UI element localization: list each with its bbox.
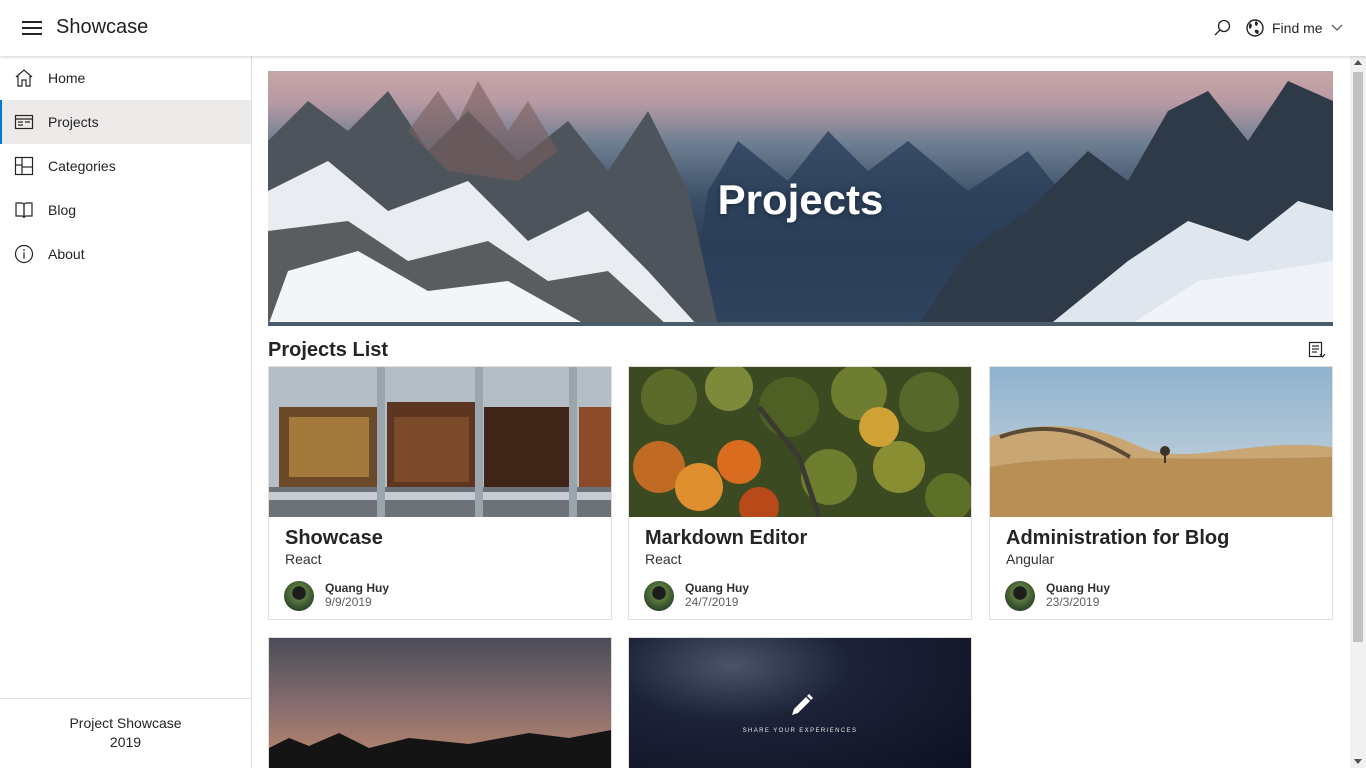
list-view-icon[interactable] [1307,340,1327,360]
app-title: Showcase [56,16,149,38]
card-title: Showcase [285,527,383,549]
card-title: Markdown Editor [645,527,808,549]
main-content: Projects Projects List Showcase React Qu… [252,56,1350,768]
sidebar-item-label: Blog [48,202,77,218]
card-category: React [645,551,682,567]
scroll-thumb[interactable] [1353,72,1363,642]
sidebar: Home Projects Categories Blog About Proj… [0,56,252,768]
page-scrollbar[interactable] [1350,56,1366,768]
pencil-icon [792,694,813,715]
section-title: Projects List [268,339,389,361]
search-icon[interactable] [1212,18,1232,38]
project-card[interactable]: Administration for Blog Angular Quang Hu… [989,366,1333,620]
avatar [284,581,314,611]
categories-icon [14,156,34,176]
card-author: Quang Huy [325,581,390,595]
info-icon [14,244,34,264]
share-experience-card[interactable]: Share your experiences [628,637,972,768]
hero-divider [268,322,1333,326]
card-date: 23/3/2019 [1046,595,1100,609]
avatar [1005,581,1035,611]
footer-year: 2019 [109,734,142,750]
top-bar: Showcase Find me [0,0,1366,56]
project-card[interactable]: Markdown Editor React Quang Huy 24/7/201… [628,366,972,620]
card-author: Quang Huy [1046,581,1111,595]
sidebar-item-blog[interactable]: Blog [0,188,251,232]
sidebar-item-label: Categories [48,158,116,174]
project-card[interactable]: Showcase React Quang Huy 9/9/2019 [268,366,612,620]
share-text: Share your experiences [742,728,858,734]
card-date: 9/9/2019 [325,595,372,609]
sidebar-item-categories[interactable]: Categories [0,144,251,188]
project-card[interactable] [268,637,612,768]
project-image-wheat-field [990,367,1332,517]
scroll-up-arrow[interactable] [1354,60,1362,65]
card-title: Administration for Blog [1006,527,1230,549]
hero-banner: Projects [268,71,1333,326]
project-image-sunset [269,638,611,768]
page-title: Projects [717,176,884,223]
sidebar-footer: Project Showcase 2019 [0,698,251,768]
sidebar-item-projects[interactable]: Projects [0,100,251,144]
card-category: Angular [1006,551,1055,567]
chevron-down-icon [1331,24,1343,31]
book-icon [15,202,33,219]
find-me-label: Find me [1272,20,1323,36]
sidebar-item-about[interactable]: About [0,232,251,276]
scroll-down-arrow[interactable] [1354,759,1362,764]
avatar [644,581,674,611]
footer-title: Project Showcase [69,715,182,731]
sidebar-item-label: About [48,246,85,262]
card-date: 24/7/2019 [685,595,739,609]
project-image-forest [629,367,971,517]
project-image-spices [269,367,611,517]
find-me-button[interactable]: Find me [1246,17,1343,39]
sidebar-item-home[interactable]: Home [0,56,251,100]
sidebar-item-label: Home [48,70,86,86]
sidebar-item-label: Projects [48,114,99,130]
card-category: React [285,551,322,567]
home-icon [15,69,33,87]
globe-icon [1246,19,1264,37]
hamburger-icon[interactable] [22,21,42,35]
projects-icon [14,114,34,130]
card-author: Quang Huy [685,581,750,595]
